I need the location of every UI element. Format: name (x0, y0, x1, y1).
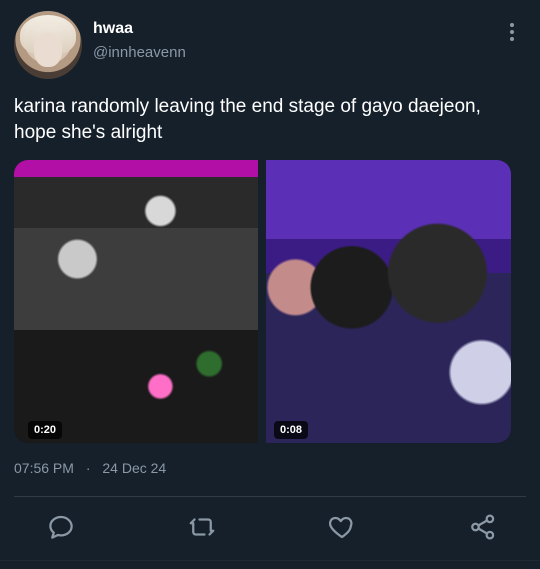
more-vertical-icon[interactable] (500, 20, 524, 44)
tweet-date[interactable]: 24 Dec 24 (102, 460, 166, 476)
tweet-header: hwaa @innheavenn (0, 0, 540, 80)
tweet-meta: 07:56 PM · 24 Dec 24 (14, 460, 166, 476)
reply-icon[interactable] (46, 512, 76, 542)
bottom-divider (0, 560, 540, 561)
retweet-icon[interactable] (187, 512, 217, 542)
handle[interactable]: @innheavenn (93, 44, 186, 61)
meta-separator-dot: · (85, 460, 91, 476)
avatar[interactable] (14, 11, 82, 79)
media-divider (258, 160, 266, 443)
share-icon[interactable] (468, 512, 498, 542)
video-thumbnail-1[interactable] (14, 160, 258, 443)
media-grid: 0:20 0:08 (14, 160, 511, 443)
tweet-time[interactable]: 07:56 PM (14, 460, 74, 476)
video-duration-1: 0:20 (28, 421, 63, 439)
display-name[interactable]: hwaa (93, 20, 133, 38)
avatar-face (34, 33, 62, 67)
video-thumbnail-2[interactable] (266, 160, 511, 443)
divider (14, 496, 526, 497)
heart-icon[interactable] (327, 512, 357, 542)
tweet-text: karina randomly leaving the end stage of… (14, 96, 481, 143)
video-duration-2: 0:08 (274, 421, 309, 439)
